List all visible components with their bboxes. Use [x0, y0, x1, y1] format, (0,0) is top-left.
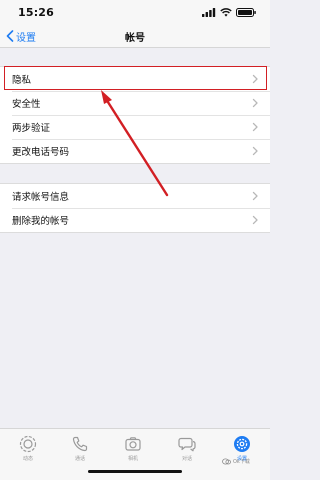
chevron-right-icon: [252, 146, 258, 156]
row-label: 删除我的帐号: [12, 216, 70, 227]
request-account-info-row[interactable]: 请求帐号信息: [0, 184, 270, 208]
gear-icon: [234, 436, 250, 452]
change-number-row[interactable]: 更改电话号码: [0, 139, 270, 163]
phone-icon: [72, 436, 88, 452]
tab-calls[interactable]: 通话: [60, 435, 100, 462]
status-time: 15:26: [18, 5, 55, 19]
row-label: 隐私: [12, 75, 32, 86]
delete-account-row[interactable]: 删除我的帐号: [0, 208, 270, 232]
privacy-row[interactable]: 隐私: [0, 67, 270, 91]
tab-label: 对话: [181, 456, 192, 462]
tab-camera[interactable]: 相机: [113, 435, 153, 462]
chevron-right-icon: [252, 215, 258, 225]
signal-icon: [202, 7, 216, 17]
chevron-right-icon: [252, 74, 258, 84]
watermark-logo-icon: [222, 458, 231, 464]
two-step-verification-row[interactable]: 两步验证: [0, 115, 270, 139]
battery-icon: [236, 7, 256, 17]
row-label: 两步验证: [12, 123, 51, 134]
chevron-right-icon: [252, 122, 258, 132]
camera-icon: [125, 437, 141, 451]
navigation-bar: 设置 帐号: [0, 24, 270, 48]
wifi-icon: [220, 7, 232, 17]
tab-label: 通话: [74, 456, 85, 462]
row-label: 更改电话号码: [12, 147, 70, 158]
security-row[interactable]: 安全性: [0, 91, 270, 115]
account-settings-group: 隐私 安全性 两步验证 更改电话号码: [0, 66, 270, 164]
chevron-right-icon: [252, 98, 258, 108]
tab-status[interactable]: 动态: [8, 435, 48, 462]
tab-chats[interactable]: 对话: [167, 435, 207, 462]
chevron-right-icon: [252, 191, 258, 201]
status-bar: 15:26: [0, 0, 270, 24]
home-indicator: [88, 470, 182, 473]
watermark-text: Ok下载: [233, 458, 250, 465]
row-label: 请求帐号信息: [12, 192, 70, 203]
tab-label: 动态: [22, 456, 33, 462]
row-label: 安全性: [12, 99, 41, 110]
chat-icon: [178, 437, 196, 452]
status-icons: [202, 7, 256, 17]
account-data-group: 请求帐号信息 删除我的帐号: [0, 183, 270, 233]
watermark: Ok下载: [222, 455, 250, 467]
tab-label: 相机: [127, 456, 138, 462]
page-title: 帐号: [125, 33, 145, 44]
status-icon: [19, 435, 37, 453]
